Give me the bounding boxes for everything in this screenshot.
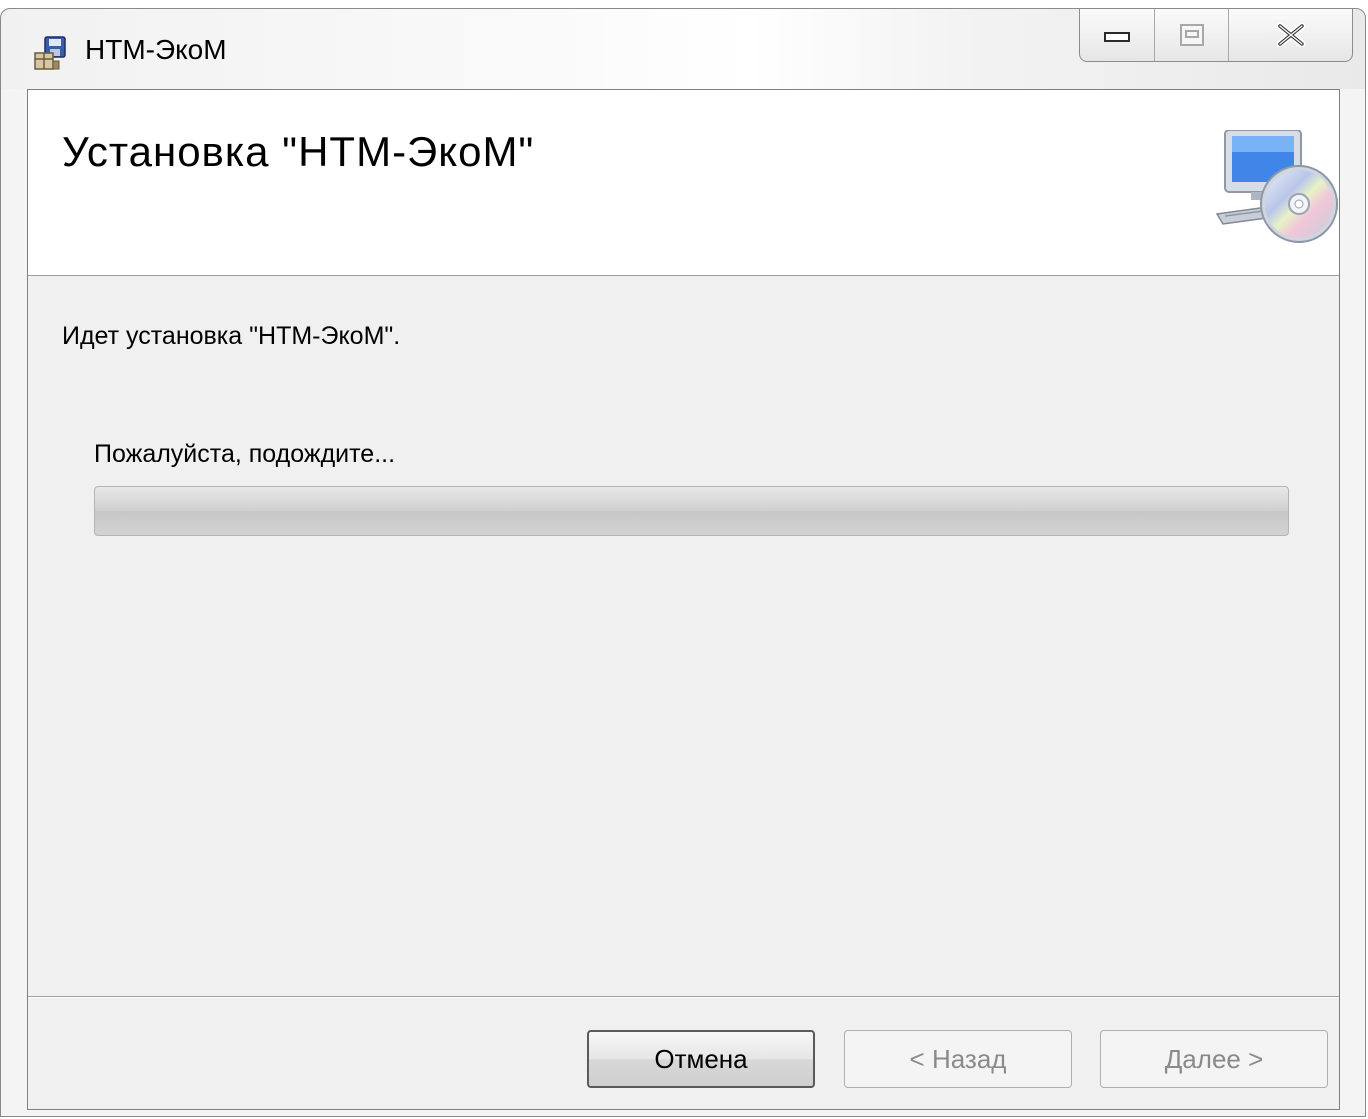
install-status-text: Идет установка "НТМ-ЭкоМ". [62,322,401,350]
minimize-icon [1104,32,1130,42]
wait-label: Пожалуйста, подождите... [94,440,396,468]
header-banner: Установка "НТМ-ЭкоМ" [28,90,1339,276]
cancel-button[interactable]: Отмена [587,1030,815,1088]
computer-cd-icon [1215,130,1338,243]
close-button[interactable] [1228,9,1352,61]
caption-buttons [1079,9,1353,62]
close-icon [1276,23,1305,47]
installer-window: НТМ-ЭкоМ Установка "НТМ-ЭкоМ" Идет устан… [0,8,1366,1117]
client-area: Установка "НТМ-ЭкоМ" Идет установка "НТМ… [27,89,1340,1110]
install-progress-bar [94,486,1289,536]
window-title: НТМ-ЭкоМ [85,34,227,65]
minimize-button[interactable] [1080,9,1154,61]
next-button[interactable]: Далее > [1100,1030,1328,1088]
installer-app-icon [34,36,66,70]
maximize-icon [1179,24,1204,46]
back-button[interactable]: < Назад [844,1030,1072,1088]
footer-separator [28,996,1339,998]
title-bar[interactable]: НТМ-ЭкоМ [1,9,1365,89]
page-title: Установка "НТМ-ЭкоМ" [62,128,535,175]
maximize-button[interactable] [1154,9,1228,61]
